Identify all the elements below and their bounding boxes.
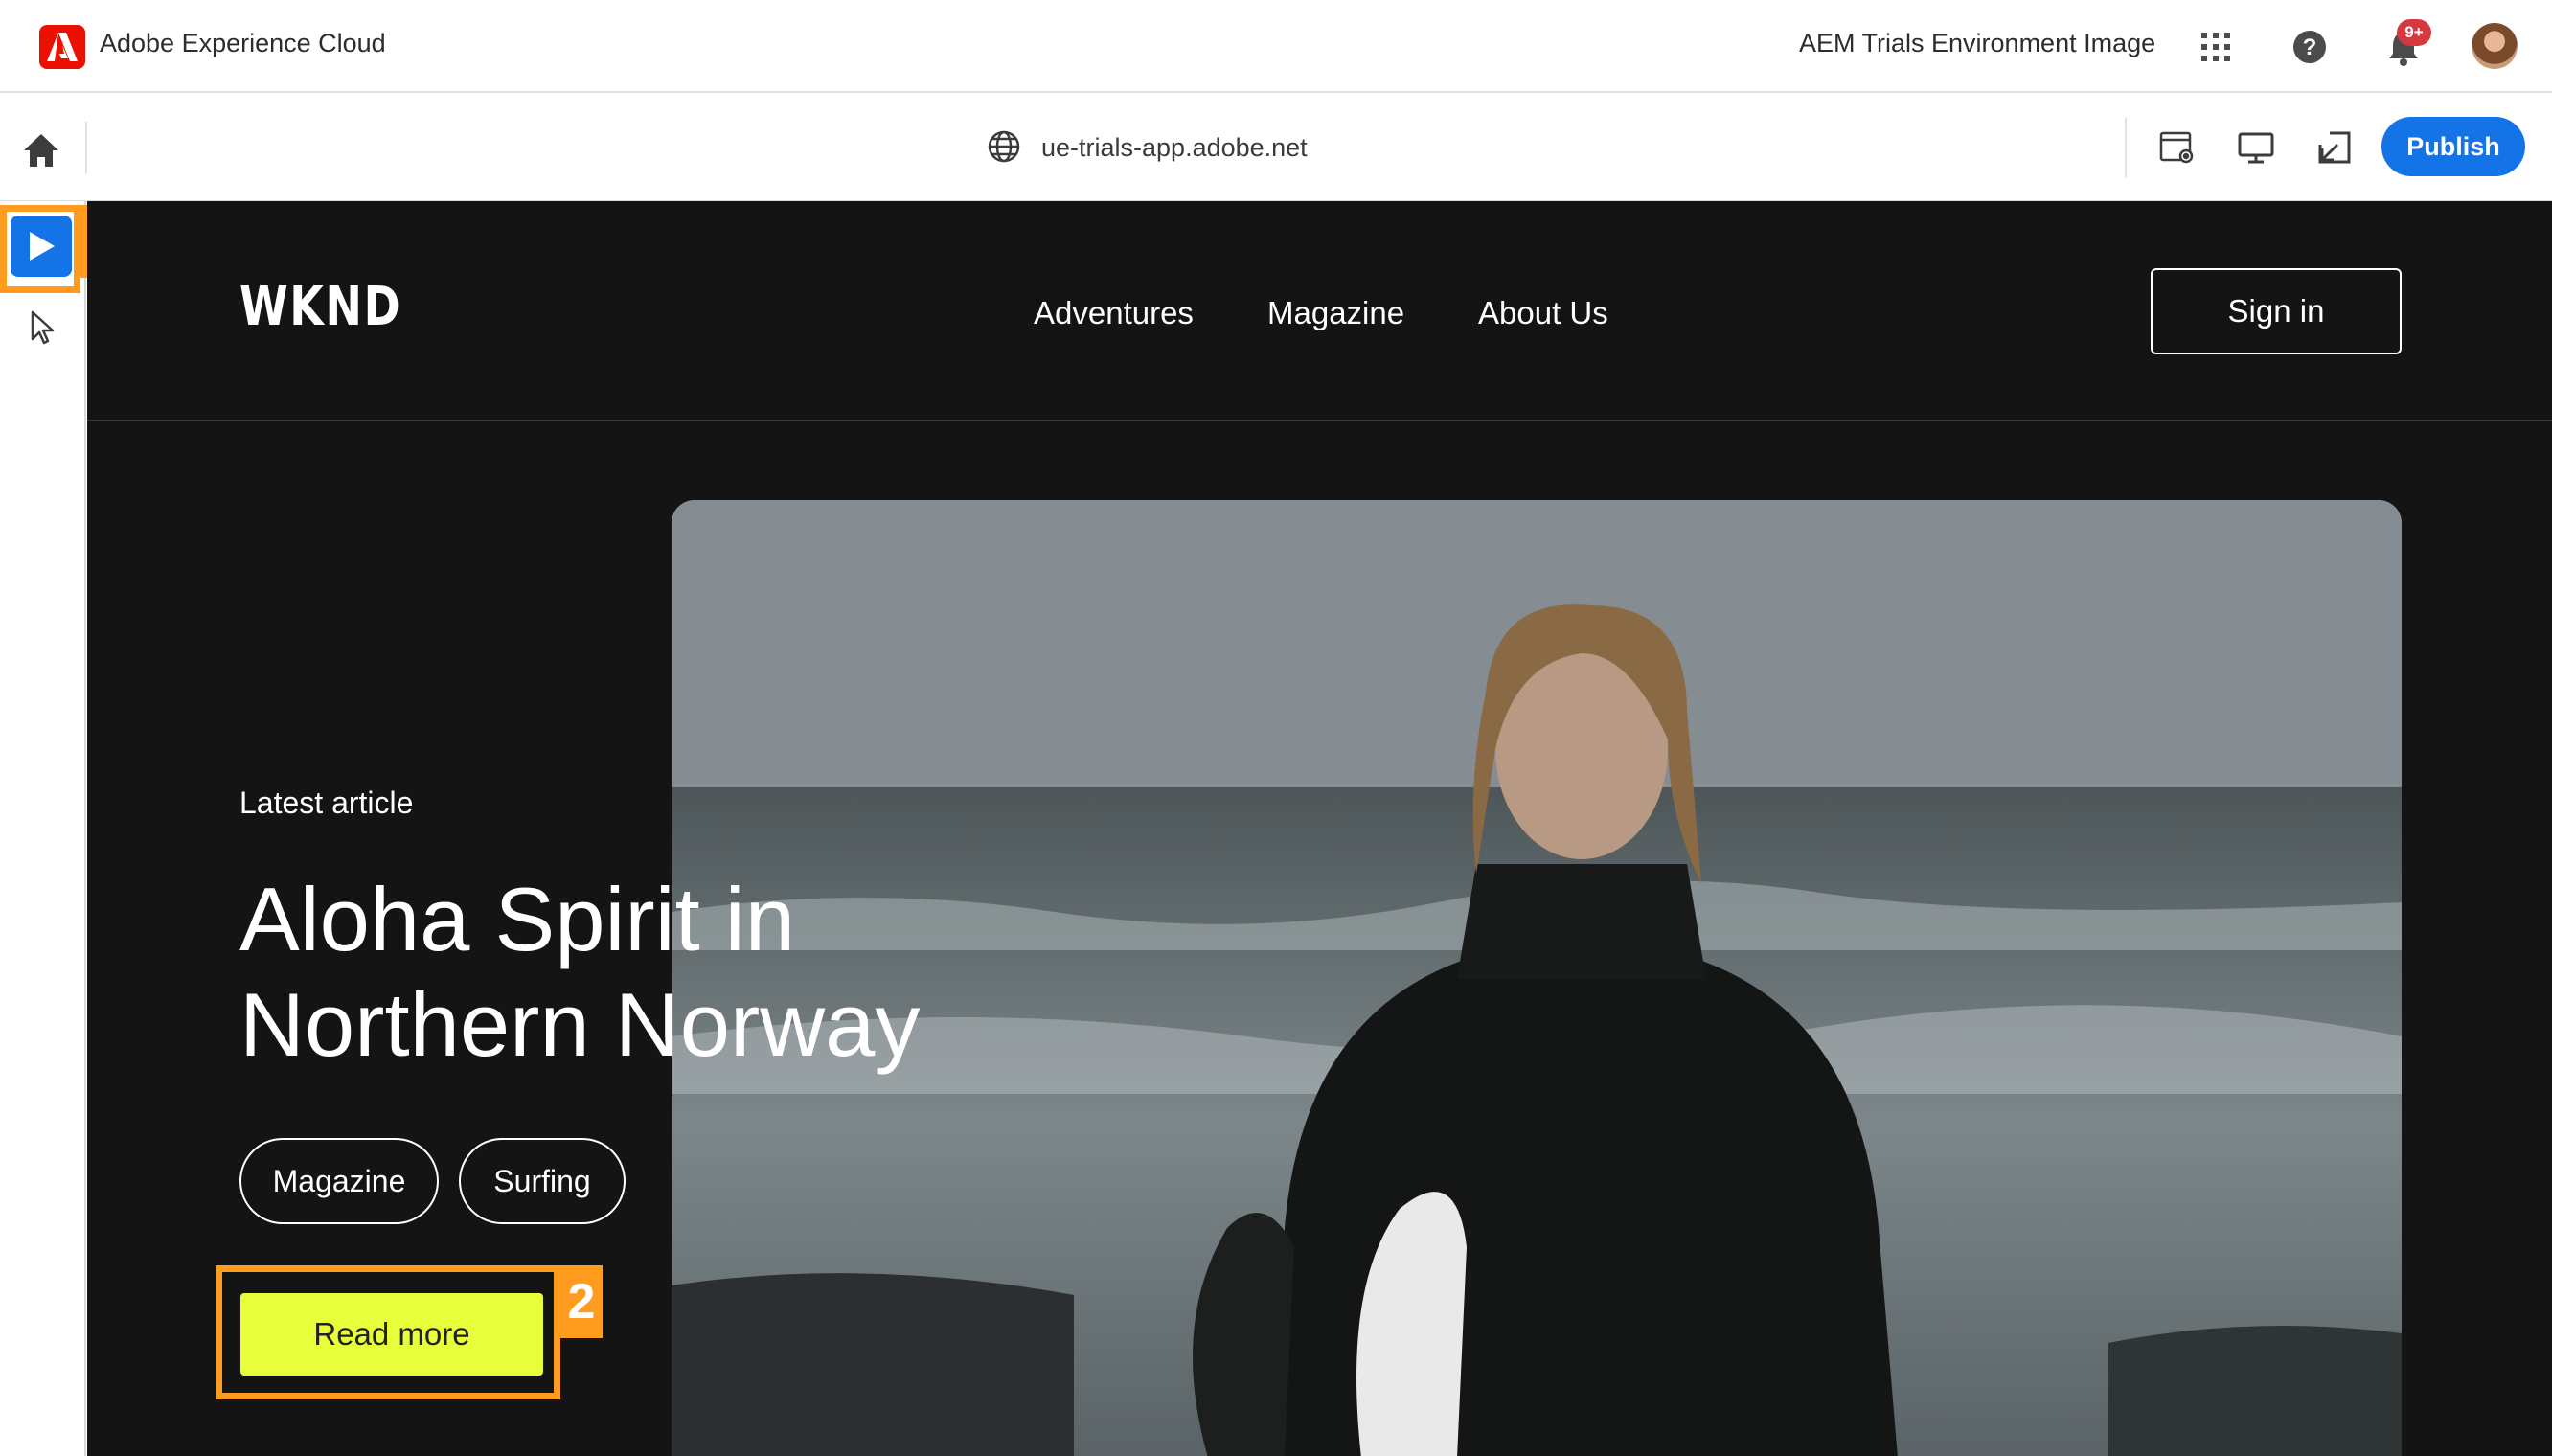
left-rail: 1 (0, 201, 123, 1456)
nav-link-about-us[interactable]: About Us (1478, 295, 1608, 331)
publish-button[interactable]: Publish (2381, 117, 2525, 176)
article-eyebrow: Latest article (239, 785, 414, 820)
environment-name[interactable]: AEM Trials Environment Image (1799, 29, 2155, 58)
site-navigation: WKND Adventures Magazine About Us Sign i… (87, 201, 2552, 421)
properties-icon[interactable] (2157, 127, 2198, 168)
apps-grid-icon[interactable] (2194, 25, 2238, 69)
globe-icon (987, 129, 1021, 164)
read-more-button[interactable]: Read more (240, 1293, 543, 1376)
notification-badge: 9+ (2397, 19, 2431, 46)
avatar[interactable] (2472, 23, 2518, 69)
editor-toolbar: ue-trials-app.adobe.net Publish (0, 93, 2552, 201)
divider (2125, 118, 2127, 177)
site-preview-canvas: WKND Adventures Magazine About Us Sign i… (87, 201, 2552, 1456)
select-pointer-icon[interactable] (27, 308, 59, 347)
divider (85, 122, 87, 173)
nav-link-magazine[interactable]: Magazine (1267, 295, 1404, 331)
app-name[interactable]: Adobe Experience Cloud (100, 29, 386, 58)
page-url[interactable]: ue-trials-app.adobe.net (1041, 133, 1308, 163)
home-icon[interactable] (21, 131, 61, 170)
help-icon[interactable]: ? (2288, 25, 2332, 69)
shell-header: Adobe Experience Cloud AEM Trials Enviro… (0, 0, 2552, 93)
callout-number: 2 (560, 1265, 603, 1338)
svg-text:?: ? (2303, 34, 2317, 60)
tag-surfing[interactable]: Surfing (459, 1138, 626, 1224)
open-app-icon[interactable] (2314, 127, 2355, 168)
adobe-logo-icon[interactable] (39, 25, 85, 69)
sign-in-button[interactable]: Sign in (2151, 268, 2402, 354)
tag-magazine[interactable]: Magazine (239, 1138, 439, 1224)
nav-link-adventures[interactable]: Adventures (1034, 295, 1194, 331)
callout-highlight (0, 205, 80, 293)
site-logo[interactable]: WKND (239, 276, 401, 338)
desktop-icon[interactable] (2236, 127, 2276, 168)
article-title[interactable]: Aloha Spirit in Northern Norway (239, 867, 1102, 1078)
